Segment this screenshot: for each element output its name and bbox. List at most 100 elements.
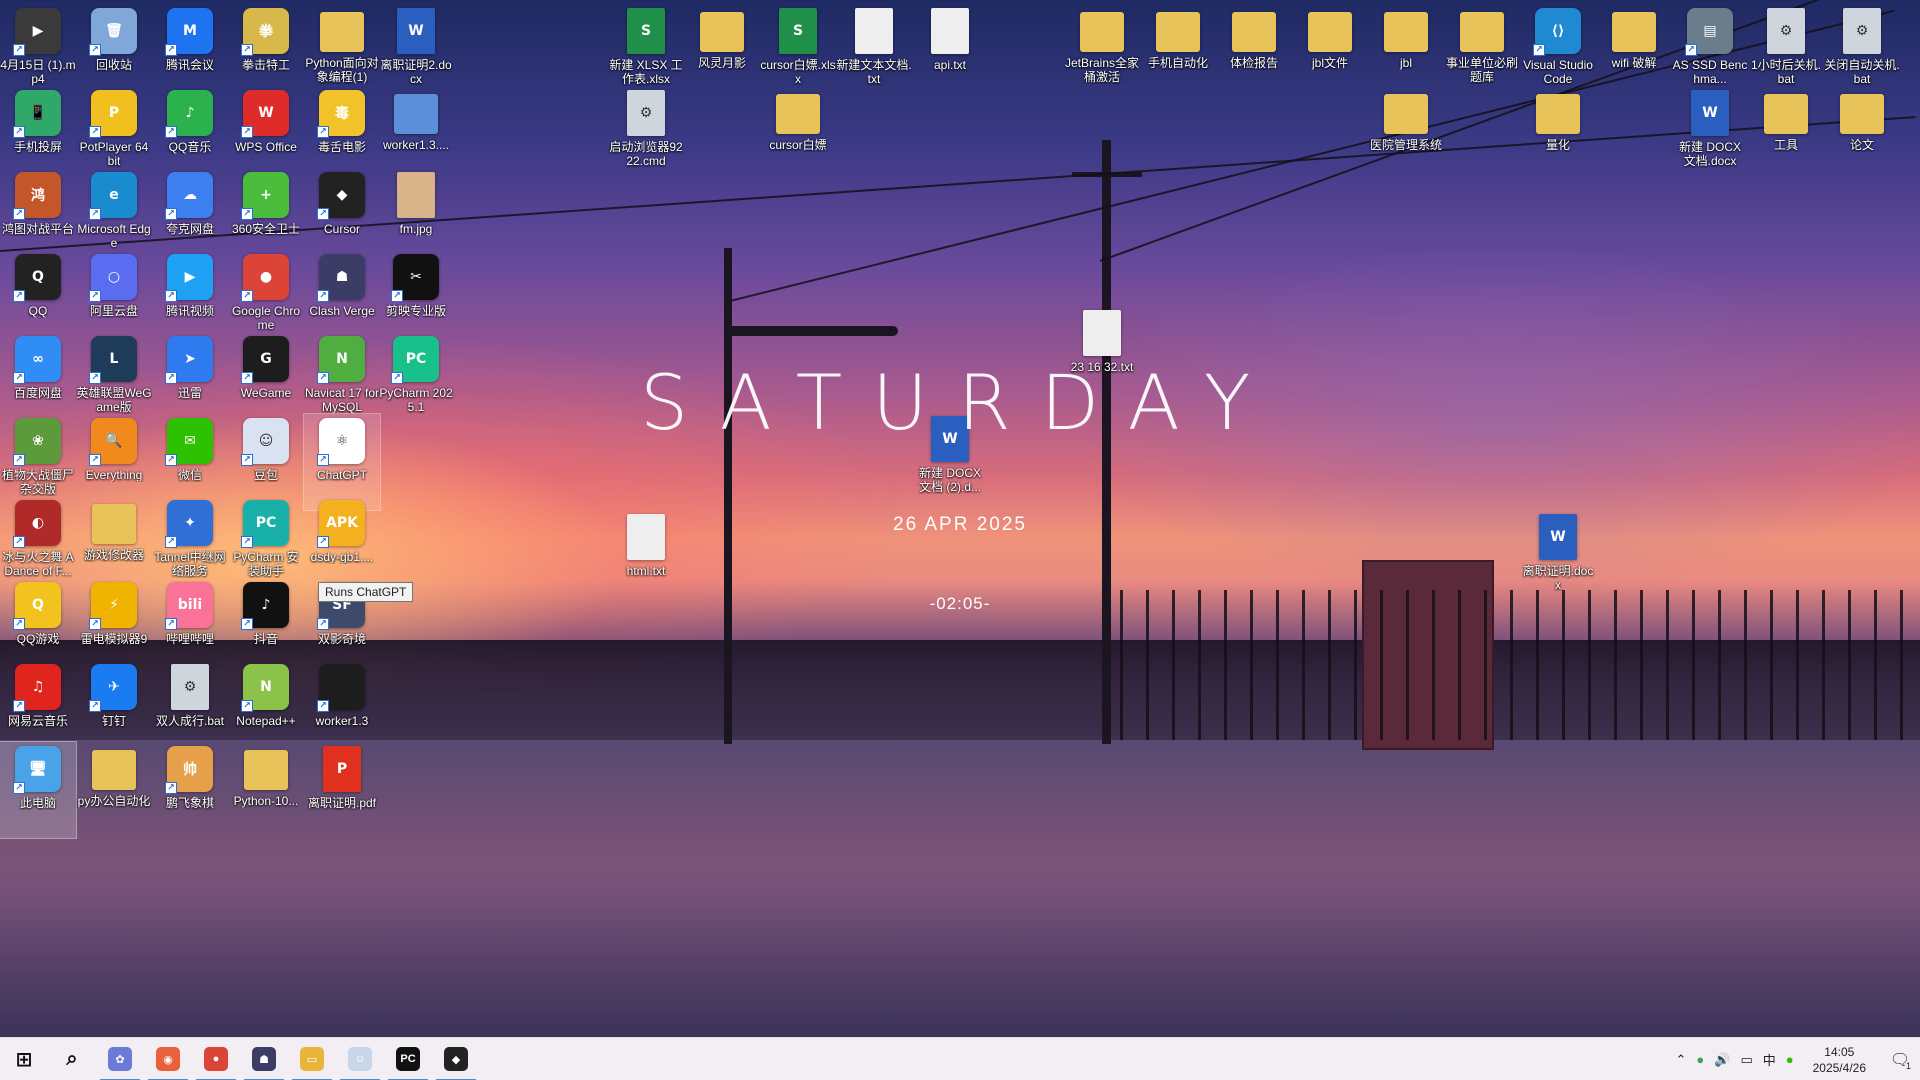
taskbar-explorer-icon: ▭ — [300, 1047, 324, 1071]
taskbar-explorer[interactable]: ▭ — [288, 1038, 336, 1080]
desktop-icon-label: WeGame — [240, 386, 292, 400]
desktop-icon-label: PyCharm 2025.1 — [379, 386, 453, 414]
tray-app-icon[interactable]: ● — [1691, 1052, 1709, 1067]
app-icon: ♪ ↗ — [165, 90, 213, 138]
network-icon[interactable]: ▭ — [1735, 1052, 1757, 1068]
shortcut-arrow-icon: ↗ — [241, 208, 253, 220]
desktop-icon-68[interactable]: jbl文件 — [1292, 4, 1368, 100]
taskbar-pycharm-icon: PC — [396, 1047, 420, 1071]
desktop-icon-label: dsdy-gb1.... — [310, 550, 374, 564]
wallpaper-pole-left — [724, 248, 732, 744]
desktop-icon-label: 1小时后关机.bat — [1750, 58, 1821, 86]
desktop-icon-label: 豆包 — [253, 468, 278, 482]
shortcut-arrow-icon: ↗ — [89, 454, 101, 466]
app-icon: ▤ ↗ — [1685, 8, 1733, 56]
desktop-icon-label: PotPlayer 64 bit — [79, 140, 149, 168]
shortcut-arrow-icon: ↗ — [89, 126, 101, 138]
shortcut-arrow-icon: ↗ — [241, 44, 253, 56]
folder-icon — [776, 94, 820, 134]
taskbar-app-2[interactable]: ◉ — [144, 1038, 192, 1080]
desktop-icon-67[interactable]: 体检报告 — [1216, 4, 1292, 100]
wechat-tray-icon[interactable]: ● — [1781, 1052, 1799, 1067]
desktop-icon-label: 此电脑 — [19, 796, 56, 810]
shortcut-arrow-icon: ↗ — [165, 290, 177, 302]
app-icon: Q ↗ — [13, 254, 61, 302]
desktop-icon-59[interactable]: api.txt — [912, 4, 988, 100]
desktop-icon-51[interactable]: py办公自动化 — [76, 742, 152, 838]
taskbar-clock[interactable]: 14:05 2025/4/26 — [1799, 1044, 1880, 1076]
desktop-icon-60[interactable]: ⚙ 启动浏览器9222.cmd — [608, 86, 684, 182]
desktop-icon-52[interactable]: 帅 ↗ 鹏飞象棋 — [152, 742, 228, 838]
app-icon: APK ↗ — [317, 500, 365, 548]
taskbar-doubao[interactable]: ☺ — [336, 1038, 384, 1080]
desktop-icon-76[interactable]: 医院管理系统 — [1368, 86, 1444, 182]
app-icon: 🔍 ↗ — [89, 418, 137, 466]
start-button[interactable]: ⊞ — [0, 1038, 48, 1080]
desktop-icon-66[interactable]: 手机自动化 — [1140, 4, 1216, 100]
desktop-icon-label: api.txt — [933, 58, 966, 72]
desktop-icon-70[interactable]: 事业单位必刷题库 — [1444, 4, 1520, 100]
desktop-icon-65[interactable]: JetBrains全家桶激活 — [1064, 4, 1140, 100]
folder-icon — [1536, 94, 1580, 134]
desktop-icon-label: 4月15日 (1).mp4 — [0, 58, 76, 86]
desktop-icon-72[interactable]: wifi 破解 — [1596, 4, 1672, 100]
desktop-icon-label: 双影奇境 — [317, 632, 366, 646]
desktop-icon-79[interactable]: 工具 — [1748, 86, 1824, 182]
desktop-icon-80[interactable]: 论文 — [1824, 86, 1900, 182]
desktop-icon-label: 百度网盘 — [13, 386, 62, 400]
shortcut-arrow-icon: ↗ — [165, 208, 177, 220]
desktop-icon-label: 冰与火之舞 A Dance of F... — [2, 550, 74, 578]
file-icon: S — [627, 8, 665, 54]
desktop-icon-label: QQ音乐 — [168, 140, 212, 154]
desktop-icon-56[interactable]: 风灵月影 — [684, 4, 760, 100]
app-icon: Q ↗ — [13, 582, 61, 630]
taskbar-pycharm[interactable]: PC — [384, 1038, 432, 1080]
file-icon: ⚙ — [1767, 8, 1805, 54]
taskbar-clash[interactable]: ☗ — [240, 1038, 288, 1080]
desktop-icon-label: PyCharm 安装助手 — [233, 550, 299, 578]
desktop-icon-61[interactable]: cursor白嫖 — [760, 86, 836, 182]
desktop-icon-29[interactable]: PC ↗ PyCharm 2025.1 — [378, 332, 454, 428]
notification-center[interactable]: 🗨 1 — [1880, 1038, 1920, 1080]
taskbar-app-2-icon: ◉ — [156, 1047, 180, 1071]
shortcut-arrow-icon: ↗ — [13, 454, 25, 466]
folder-icon — [320, 12, 364, 52]
taskbar-chrome[interactable]: ● — [192, 1038, 240, 1080]
app-icon: ❀ ↗ — [13, 418, 61, 466]
folder-icon — [244, 750, 288, 790]
app-icon: PC ↗ — [241, 500, 289, 548]
app-icon: ✈ ↗ — [89, 664, 137, 712]
desktop-icon-50[interactable]: 🖥 ↗ 此电脑 — [0, 741, 77, 839]
desktop-icon-77[interactable]: 量化 — [1520, 86, 1596, 182]
folder-icon — [92, 504, 136, 544]
wallpaper-lamp-arm — [728, 326, 898, 336]
widget-day: SATURDAY — [640, 358, 1281, 447]
shortcut-arrow-icon: ↗ — [317, 208, 329, 220]
ime-indicator[interactable]: 中 — [1758, 1050, 1781, 1069]
desktop-icon-label: py办公自动化 — [77, 794, 151, 808]
desktop-icon-81[interactable]: W 离职证明.docx — [1520, 510, 1596, 606]
desktop-icon-53[interactable]: Python-10... — [228, 742, 304, 838]
shortcut-arrow-icon: ↗ — [241, 536, 253, 548]
app-icon: ♪ ↗ — [241, 582, 289, 630]
folder-icon — [1232, 12, 1276, 52]
desktop-icon-54[interactable]: P 离职证明.pdf — [304, 742, 380, 838]
desktop-icon-78[interactable]: W 新建 DOCX 文档.docx — [1672, 86, 1748, 182]
folder-icon — [92, 750, 136, 790]
app-icon: bili ↗ — [165, 582, 213, 630]
chevron-up-icon[interactable]: ⌃ — [1670, 1052, 1691, 1068]
desktop-icon-label: 离职证明.docx — [1522, 564, 1594, 592]
search-button[interactable]: ⌕ — [48, 1038, 96, 1080]
file-icon: W — [397, 8, 435, 54]
taskbar-cursor[interactable]: ◆ — [432, 1038, 480, 1080]
desktop-icon-label: QQ游戏 — [16, 632, 60, 646]
volume-icon[interactable]: 🔊 — [1709, 1052, 1735, 1068]
app-icon: ⚛ ↗ — [317, 418, 365, 466]
app-icon: ☁ ↗ — [165, 172, 213, 220]
desktop-icon-64[interactable]: html.txt — [608, 510, 684, 606]
app-icon: G ↗ — [241, 336, 289, 384]
taskbar-app-1[interactable]: ✿ — [96, 1038, 144, 1080]
desktop-icon-58[interactable]: 新建文本文档.txt — [836, 4, 912, 100]
app-icon: 拳 ↗ — [241, 8, 289, 56]
desktop-icon-label: 毒舌电影 — [317, 140, 366, 154]
